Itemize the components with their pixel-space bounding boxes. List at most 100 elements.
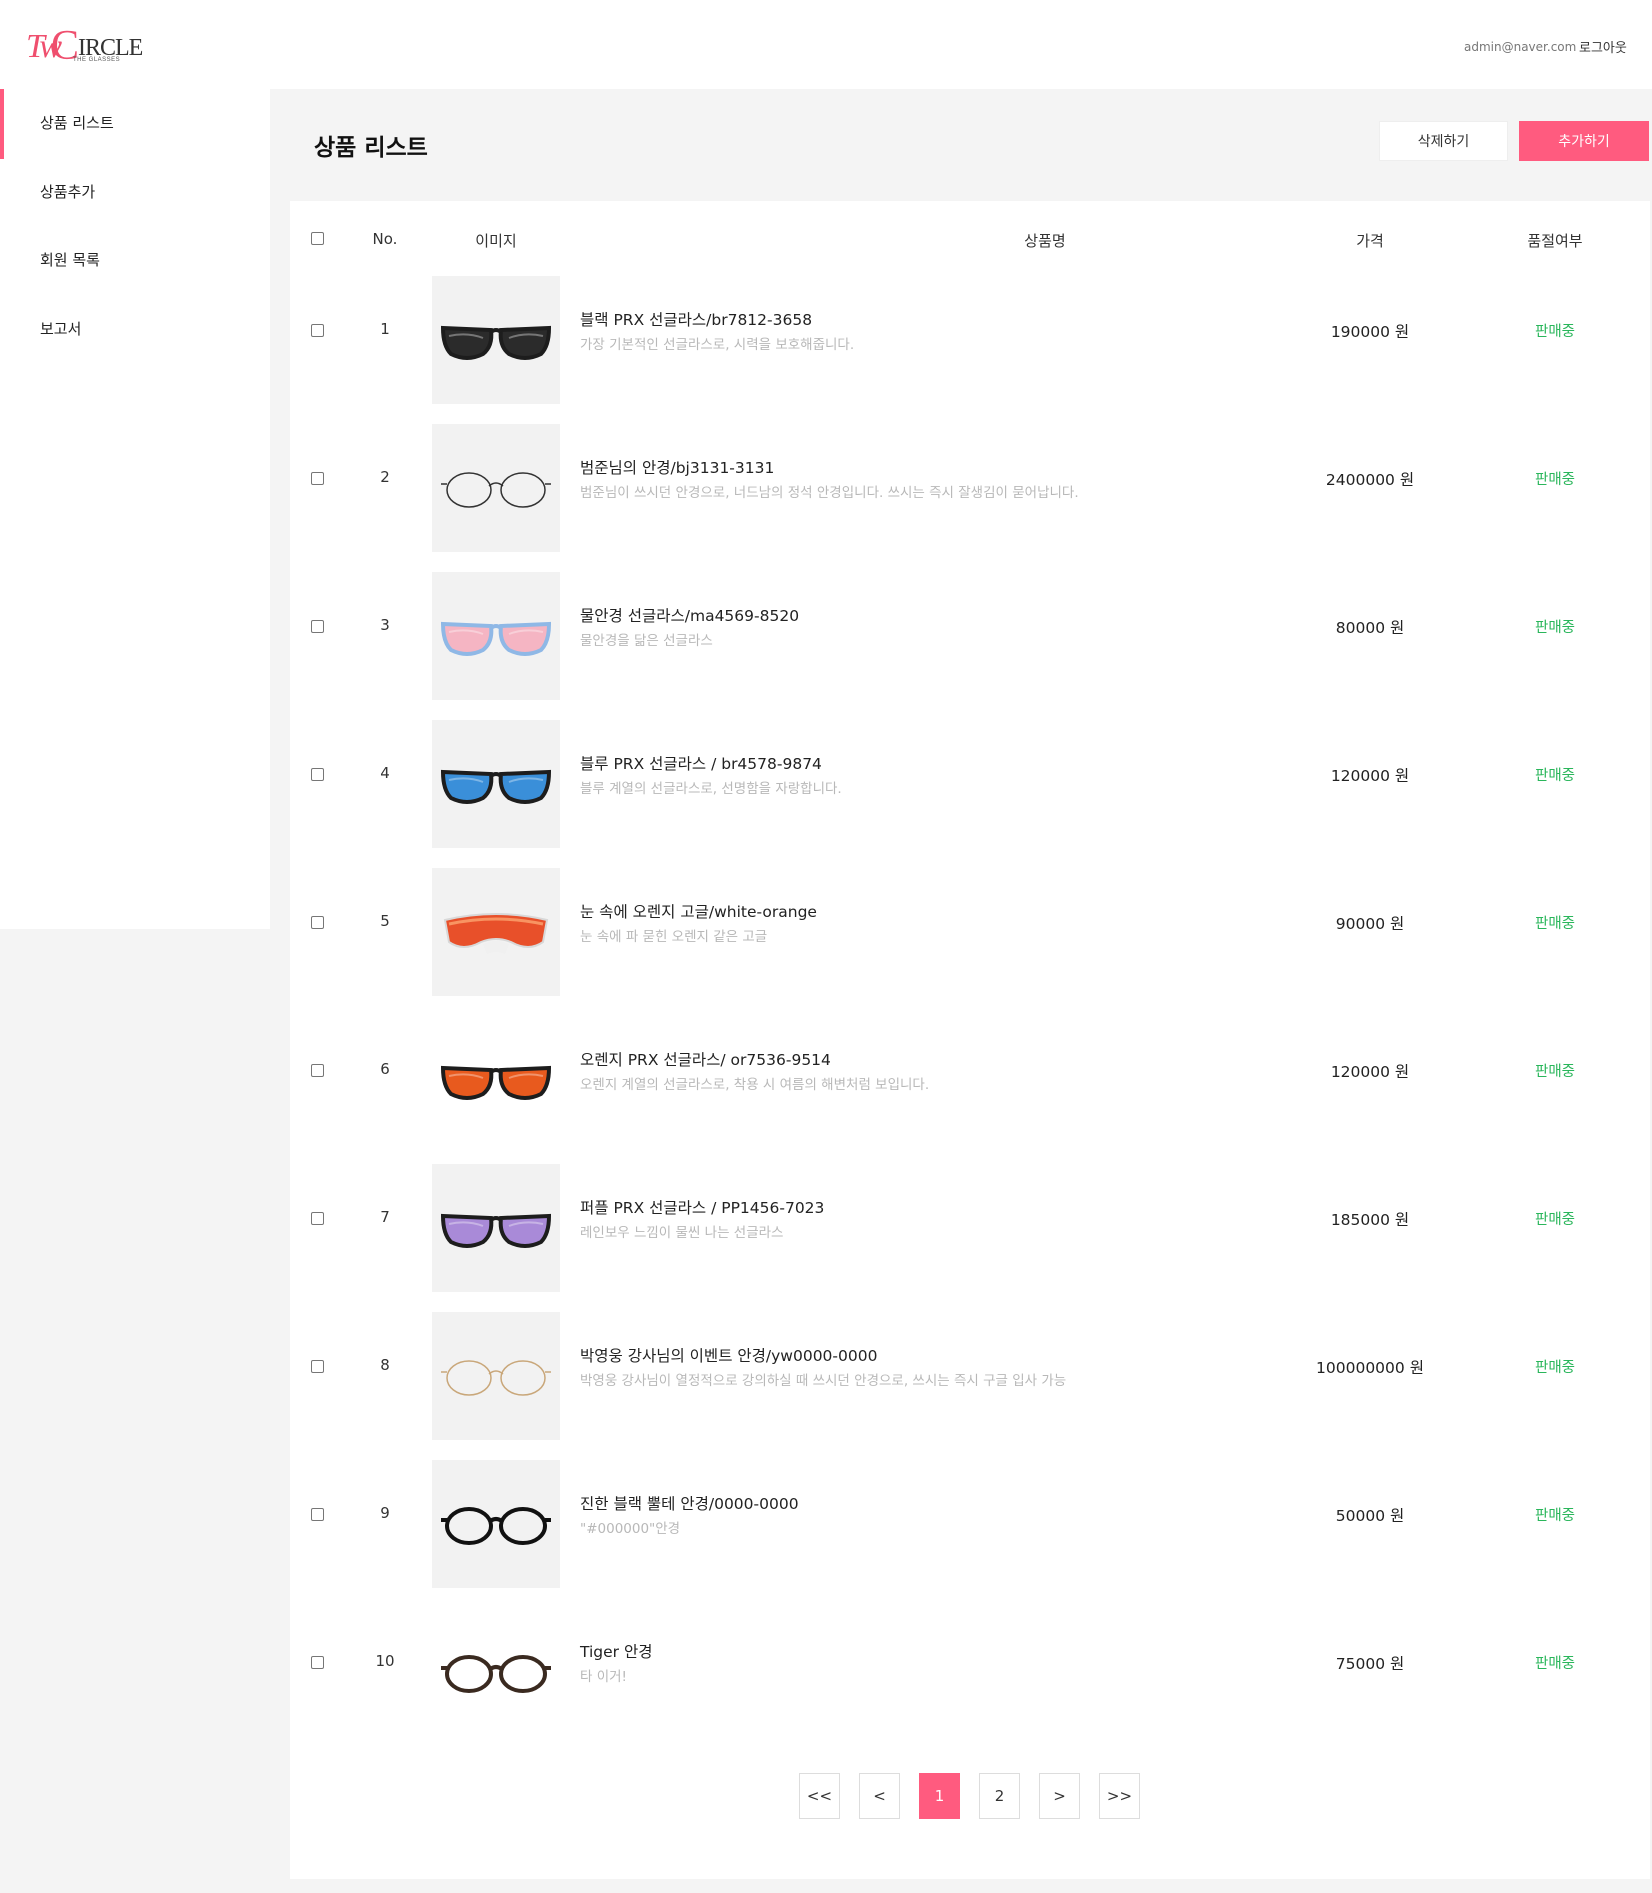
row-number: 5 <box>380 912 390 930</box>
table-row[interactable]: 8 박영웅 강사님의 이벤트 안경/yw0000-0000 박영웅 강사님이 열정적… <box>290 1292 1650 1440</box>
table-row[interactable]: 4 블루 PRX 선글라스 / br4578-9874 블루 계열의 선글라스로, … <box>290 700 1650 848</box>
product-description: 범준님이 쓰시던 안경으로, 너드남의 정석 안경입니다. 쓰시는 즉시 잘생김… <box>580 485 1079 501</box>
product-price: 190000 원 <box>1330 323 1410 341</box>
brand-logo[interactable]: Tw C IRCLE THE GLASSES <box>26 22 143 69</box>
product-thumbnail[interactable] <box>432 868 560 996</box>
product-price: 80000 원 <box>1335 619 1405 637</box>
status-badge: 판매중 <box>1534 472 1576 488</box>
row-checkbox[interactable] <box>311 324 324 337</box>
product-description: 레인보우 느낌이 물씬 나는 선글라스 <box>580 1225 784 1241</box>
sidebar-item-product-list[interactable]: 상품 리스트 <box>0 89 270 159</box>
product-description: 타 이거! <box>580 1669 627 1685</box>
row-number: 8 <box>380 1356 390 1374</box>
row-checkbox[interactable] <box>311 1360 324 1373</box>
product-thumbnail[interactable] <box>432 572 560 700</box>
add-button[interactable]: 추가하기 <box>1519 121 1649 161</box>
row-number: 3 <box>380 616 390 634</box>
column-header-status: 품절여부 <box>1527 232 1583 250</box>
product-name[interactable]: Tiger 안경 <box>580 1640 653 1662</box>
round-wire-glasses-icon <box>441 472 551 508</box>
table-row[interactable]: 7 퍼플 PRX 선글라스 / PP1456-7023 레인보우 느낌이 물씬 나는… <box>290 1144 1650 1292</box>
product-name[interactable]: 블루 PRX 선글라스 / br4578-9874 <box>580 752 822 774</box>
sidebar-item-member-list[interactable]: 회원 목록 <box>0 226 270 294</box>
product-thumbnail[interactable] <box>432 1016 560 1144</box>
status-badge: 판매중 <box>1534 324 1576 340</box>
product-thumbnail[interactable] <box>432 1460 560 1588</box>
sidebar-item-label: 보고서 <box>40 320 82 338</box>
brown-horn-glasses-icon <box>441 1655 551 1693</box>
delete-button[interactable]: 삭제하기 <box>1379 121 1508 161</box>
product-description: 물안경을 닮은 선글라스 <box>580 633 713 649</box>
table-row[interactable]: 6 오렌지 PRX 선글라스/ or7536-9514 오렌지 계열의 선글라스로,… <box>290 996 1650 1144</box>
row-checkbox[interactable] <box>311 916 324 929</box>
product-table: No. 이미지 상품명 가격 품절여부 1 블랙 PRX 선글라스/br7812-… <box>290 201 1650 1879</box>
product-thumbnail[interactable] <box>432 1608 560 1736</box>
product-name[interactable]: 퍼플 PRX 선글라스 / PP1456-7023 <box>580 1196 824 1218</box>
product-thumbnail[interactable] <box>432 720 560 848</box>
next-page-button[interactable]: > <box>1039 1773 1080 1819</box>
product-price: 120000 원 <box>1330 767 1410 785</box>
product-name[interactable]: 진한 블랙 뿔테 안경/0000-0000 <box>580 1492 799 1514</box>
product-price: 185000 원 <box>1330 1211 1410 1229</box>
logout-link[interactable]: 로그아웃 <box>1579 37 1627 56</box>
row-checkbox[interactable] <box>311 620 324 633</box>
row-number: 10 <box>375 1652 395 1670</box>
column-header-image: 이미지 <box>475 232 517 250</box>
product-description: 박영웅 강사님이 열정적으로 강의하실 때 쓰시던 안경으로, 쓰시는 즉시 구… <box>580 1373 1067 1389</box>
row-checkbox[interactable] <box>311 1212 324 1225</box>
row-checkbox[interactable] <box>311 1508 324 1521</box>
product-description: 눈 속에 파 묻힌 오렌지 같은 고글 <box>580 929 768 945</box>
product-thumbnail[interactable] <box>432 424 560 552</box>
status-badge: 판매중 <box>1534 916 1576 932</box>
sidebar-item-label: 상품추가 <box>40 183 96 201</box>
row-checkbox[interactable] <box>311 768 324 781</box>
sidebar: 상품 리스트 상품추가 회원 목록 보고서 <box>0 89 270 929</box>
purple-sport-sunglasses-icon <box>440 1213 552 1248</box>
product-description: 블루 계열의 선글라스로, 선명함을 자랑합니다. <box>580 781 842 797</box>
product-thumbnail[interactable] <box>432 1312 560 1440</box>
product-name[interactable]: 물안경 선글라스/ma4569-8520 <box>580 604 799 626</box>
status-badge: 판매중 <box>1534 1360 1576 1376</box>
table-row[interactable]: 5 눈 속에 오렌지 고글/white-orange 눈 속에 파 묻힌 오렌지 같… <box>290 848 1650 996</box>
row-number: 7 <box>380 1208 390 1226</box>
gold-wire-glasses-icon <box>441 1360 551 1396</box>
product-thumbnail[interactable] <box>432 276 560 404</box>
sidebar-item-label: 상품 리스트 <box>40 114 114 132</box>
table-row[interactable]: 10 Tiger 안경 타 이거! 75000 원 판매중 <box>290 1588 1650 1736</box>
product-description: 오렌지 계열의 선글라스로, 착용 시 여름의 해변처럼 보입니다. <box>580 1077 930 1093</box>
first-page-button[interactable]: << <box>799 1773 840 1819</box>
page-button-2[interactable]: 2 <box>979 1773 1020 1819</box>
product-name[interactable]: 범준님의 안경/bj3131-3131 <box>580 456 774 478</box>
page-button-1[interactable]: 1 <box>919 1773 960 1819</box>
product-name[interactable]: 블랙 PRX 선글라스/br7812-3658 <box>580 308 812 330</box>
row-number: 1 <box>380 320 390 338</box>
row-number: 9 <box>380 1504 390 1522</box>
product-description: "#000000"안경 <box>580 1521 681 1537</box>
status-badge: 판매중 <box>1534 768 1576 784</box>
table-row[interactable]: 1 블랙 PRX 선글라스/br7812-3658 가장 기본적인 선글라스로, 시… <box>290 256 1650 404</box>
row-number: 6 <box>380 1060 390 1078</box>
last-page-button[interactable]: >> <box>1099 1773 1140 1819</box>
table-row[interactable]: 9 진한 블랙 뿔테 안경/0000-0000 "#000000"안경 50000 원… <box>290 1440 1650 1588</box>
table-row[interactable]: 3 물안경 선글라스/ma4569-8520 물안경을 닮은 선글라스 80000 원… <box>290 552 1650 700</box>
row-number: 2 <box>380 468 390 486</box>
product-price: 100000000 원 <box>1316 1359 1424 1377</box>
blue-sport-sunglasses-icon <box>440 769 552 804</box>
product-description: 가장 기본적인 선글라스로, 시력을 보호해줍니다. <box>580 337 855 353</box>
table-row[interactable]: 2 범준님의 안경/bj3131-3131 범준님이 쓰시던 안경으로, 너드남의 … <box>290 404 1650 552</box>
product-name[interactable]: 오렌지 PRX 선글라스/ or7536-9514 <box>580 1048 831 1070</box>
sidebar-item-label: 회원 목록 <box>40 251 100 269</box>
row-checkbox[interactable] <box>311 472 324 485</box>
select-all-checkbox[interactable] <box>311 232 324 245</box>
product-name[interactable]: 눈 속에 오렌지 고글/white-orange <box>580 900 817 922</box>
orange-goggle-icon <box>443 913 549 954</box>
column-header-price: 가격 <box>1356 232 1384 250</box>
sidebar-item-report[interactable]: 보고서 <box>0 295 270 363</box>
row-checkbox[interactable] <box>311 1656 324 1669</box>
row-checkbox[interactable] <box>311 1064 324 1077</box>
sidebar-item-add-product[interactable]: 상품추가 <box>0 158 270 226</box>
pink-lens-sunglasses-icon <box>440 621 552 656</box>
prev-page-button[interactable]: < <box>859 1773 900 1819</box>
product-thumbnail[interactable] <box>432 1164 560 1292</box>
product-name[interactable]: 박영웅 강사님의 이벤트 안경/yw0000-0000 <box>580 1344 877 1366</box>
